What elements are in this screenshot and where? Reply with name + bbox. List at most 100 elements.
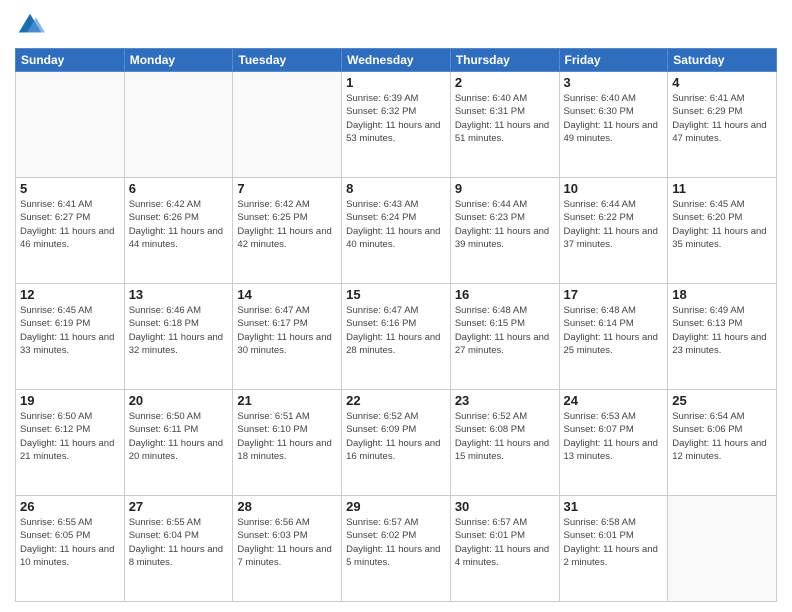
week-row-0: 1 Sunrise: 6:39 AMSunset: 6:32 PMDaylight… [16, 72, 777, 178]
day-number: 12 [20, 287, 120, 302]
calendar-cell: 25 Sunrise: 6:54 AMSunset: 6:06 PMDayligh… [668, 390, 777, 496]
calendar-cell: 14 Sunrise: 6:47 AMSunset: 6:17 PMDayligh… [233, 284, 342, 390]
day-info: Sunrise: 6:58 AMSunset: 6:01 PMDaylight:… [564, 516, 664, 569]
day-info: Sunrise: 6:50 AMSunset: 6:11 PMDaylight:… [129, 410, 229, 463]
calendar-cell [233, 72, 342, 178]
calendar-cell: 26 Sunrise: 6:55 AMSunset: 6:05 PMDayligh… [16, 496, 125, 602]
calendar-cell: 12 Sunrise: 6:45 AMSunset: 6:19 PMDayligh… [16, 284, 125, 390]
calendar-cell: 13Sunrise: 6:46 AMSunset: 6:18 PMDayligh… [124, 284, 233, 390]
calendar-cell: 10 Sunrise: 6:44 AMSunset: 6:22 PMDayligh… [559, 178, 668, 284]
day-info: Sunrise: 6:39 AMSunset: 6:32 PMDaylight:… [346, 92, 446, 145]
day-number: 25 [672, 393, 772, 408]
calendar-cell: 3 Sunrise: 6:40 AMSunset: 6:30 PMDaylight… [559, 72, 668, 178]
day-number: 23 [455, 393, 555, 408]
weekday-header-monday: Monday [124, 49, 233, 72]
calendar-cell: 11 Sunrise: 6:45 AMSunset: 6:20 PMDayligh… [668, 178, 777, 284]
day-number: 18 [672, 287, 772, 302]
day-number: 14 [237, 287, 337, 302]
day-number: 9 [455, 181, 555, 196]
day-info: Sunrise: 6:47 AMSunset: 6:17 PMDaylight:… [237, 304, 337, 357]
day-number: 20 [129, 393, 229, 408]
day-number: 5 [20, 181, 120, 196]
day-info: Sunrise: 6:48 AMSunset: 6:14 PMDaylight:… [564, 304, 664, 357]
header [15, 10, 777, 40]
day-info: Sunrise: 6:54 AMSunset: 6:06 PMDaylight:… [672, 410, 772, 463]
day-info: Sunrise: 6:41 AMSunset: 6:27 PMDaylight:… [20, 198, 120, 251]
calendar-table: SundayMondayTuesdayWednesdayThursdayFrid… [15, 48, 777, 602]
calendar-cell: 15Sunrise: 6:47 AMSunset: 6:16 PMDayligh… [342, 284, 451, 390]
day-info: Sunrise: 6:48 AMSunset: 6:15 PMDaylight:… [455, 304, 555, 357]
day-info: Sunrise: 6:57 AMSunset: 6:01 PMDaylight:… [455, 516, 555, 569]
day-number: 6 [129, 181, 229, 196]
day-number: 31 [564, 499, 664, 514]
day-info: Sunrise: 6:44 AMSunset: 6:22 PMDaylight:… [564, 198, 664, 251]
day-info: Sunrise: 6:42 AMSunset: 6:26 PMDaylight:… [129, 198, 229, 251]
day-number: 19 [20, 393, 120, 408]
day-number: 24 [564, 393, 664, 408]
day-number: 7 [237, 181, 337, 196]
day-info: Sunrise: 6:56 AMSunset: 6:03 PMDaylight:… [237, 516, 337, 569]
day-number: 16 [455, 287, 555, 302]
week-row-2: 12 Sunrise: 6:45 AMSunset: 6:19 PMDayligh… [16, 284, 777, 390]
day-info: Sunrise: 6:51 AMSunset: 6:10 PMDaylight:… [237, 410, 337, 463]
calendar-cell: 28 Sunrise: 6:56 AMSunset: 6:03 PMDayligh… [233, 496, 342, 602]
calendar-cell: 7Sunrise: 6:42 AMSunset: 6:25 PMDaylight… [233, 178, 342, 284]
day-number: 26 [20, 499, 120, 514]
calendar-cell: 20 Sunrise: 6:50 AMSunset: 6:11 PMDayligh… [124, 390, 233, 496]
calendar-cell: 29 Sunrise: 6:57 AMSunset: 6:02 PMDayligh… [342, 496, 451, 602]
day-number: 30 [455, 499, 555, 514]
calendar-cell: 24 Sunrise: 6:53 AMSunset: 6:07 PMDayligh… [559, 390, 668, 496]
day-number: 10 [564, 181, 664, 196]
logo-icon [15, 10, 45, 40]
day-info: Sunrise: 6:57 AMSunset: 6:02 PMDaylight:… [346, 516, 446, 569]
week-row-4: 26 Sunrise: 6:55 AMSunset: 6:05 PMDayligh… [16, 496, 777, 602]
weekday-header-thursday: Thursday [450, 49, 559, 72]
day-info: Sunrise: 6:45 AMSunset: 6:20 PMDaylight:… [672, 198, 772, 251]
calendar-cell: 1 Sunrise: 6:39 AMSunset: 6:32 PMDaylight… [342, 72, 451, 178]
calendar-cell: 19 Sunrise: 6:50 AMSunset: 6:12 PMDayligh… [16, 390, 125, 496]
calendar-cell: 8Sunrise: 6:43 AMSunset: 6:24 PMDaylight… [342, 178, 451, 284]
day-info: Sunrise: 6:55 AMSunset: 6:05 PMDaylight:… [20, 516, 120, 569]
day-info: Sunrise: 6:45 AMSunset: 6:19 PMDaylight:… [20, 304, 120, 357]
day-info: Sunrise: 6:40 AMSunset: 6:31 PMDaylight:… [455, 92, 555, 145]
calendar-cell: 30 Sunrise: 6:57 AMSunset: 6:01 PMDayligh… [450, 496, 559, 602]
week-row-1: 5 Sunrise: 6:41 AMSunset: 6:27 PMDaylight… [16, 178, 777, 284]
calendar-cell: 21 Sunrise: 6:51 AMSunset: 6:10 PMDayligh… [233, 390, 342, 496]
day-number: 22 [346, 393, 446, 408]
week-row-3: 19 Sunrise: 6:50 AMSunset: 6:12 PMDayligh… [16, 390, 777, 496]
day-number: 2 [455, 75, 555, 90]
weekday-header-tuesday: Tuesday [233, 49, 342, 72]
day-info: Sunrise: 6:52 AMSunset: 6:08 PMDaylight:… [455, 410, 555, 463]
calendar-cell [668, 496, 777, 602]
day-info: Sunrise: 6:52 AMSunset: 6:09 PMDaylight:… [346, 410, 446, 463]
weekday-header-sunday: Sunday [16, 49, 125, 72]
day-info: Sunrise: 6:50 AMSunset: 6:12 PMDaylight:… [20, 410, 120, 463]
calendar-cell: 2 Sunrise: 6:40 AMSunset: 6:31 PMDaylight… [450, 72, 559, 178]
calendar-cell: 9 Sunrise: 6:44 AMSunset: 6:23 PMDaylight… [450, 178, 559, 284]
calendar-cell: 27 Sunrise: 6:55 AMSunset: 6:04 PMDayligh… [124, 496, 233, 602]
day-number: 29 [346, 499, 446, 514]
day-number: 8 [346, 181, 446, 196]
day-info: Sunrise: 6:40 AMSunset: 6:30 PMDaylight:… [564, 92, 664, 145]
day-number: 11 [672, 181, 772, 196]
calendar-cell: 5 Sunrise: 6:41 AMSunset: 6:27 PMDaylight… [16, 178, 125, 284]
logo [15, 10, 49, 40]
weekday-header-row: SundayMondayTuesdayWednesdayThursdayFrid… [16, 49, 777, 72]
calendar-cell: 22 Sunrise: 6:52 AMSunset: 6:09 PMDayligh… [342, 390, 451, 496]
calendar-cell [16, 72, 125, 178]
calendar-cell: 17 Sunrise: 6:48 AMSunset: 6:14 PMDayligh… [559, 284, 668, 390]
day-number: 3 [564, 75, 664, 90]
weekday-header-saturday: Saturday [668, 49, 777, 72]
day-number: 27 [129, 499, 229, 514]
day-number: 17 [564, 287, 664, 302]
day-number: 15 [346, 287, 446, 302]
day-info: Sunrise: 6:44 AMSunset: 6:23 PMDaylight:… [455, 198, 555, 251]
day-number: 1 [346, 75, 446, 90]
day-info: Sunrise: 6:55 AMSunset: 6:04 PMDaylight:… [129, 516, 229, 569]
day-info: Sunrise: 6:53 AMSunset: 6:07 PMDaylight:… [564, 410, 664, 463]
day-number: 28 [237, 499, 337, 514]
calendar-cell: 31 Sunrise: 6:58 AMSunset: 6:01 PMDayligh… [559, 496, 668, 602]
day-number: 21 [237, 393, 337, 408]
day-info: Sunrise: 6:46 AMSunset: 6:18 PMDaylight:… [129, 304, 229, 357]
calendar-cell: 4Sunrise: 6:41 AMSunset: 6:29 PMDaylight… [668, 72, 777, 178]
